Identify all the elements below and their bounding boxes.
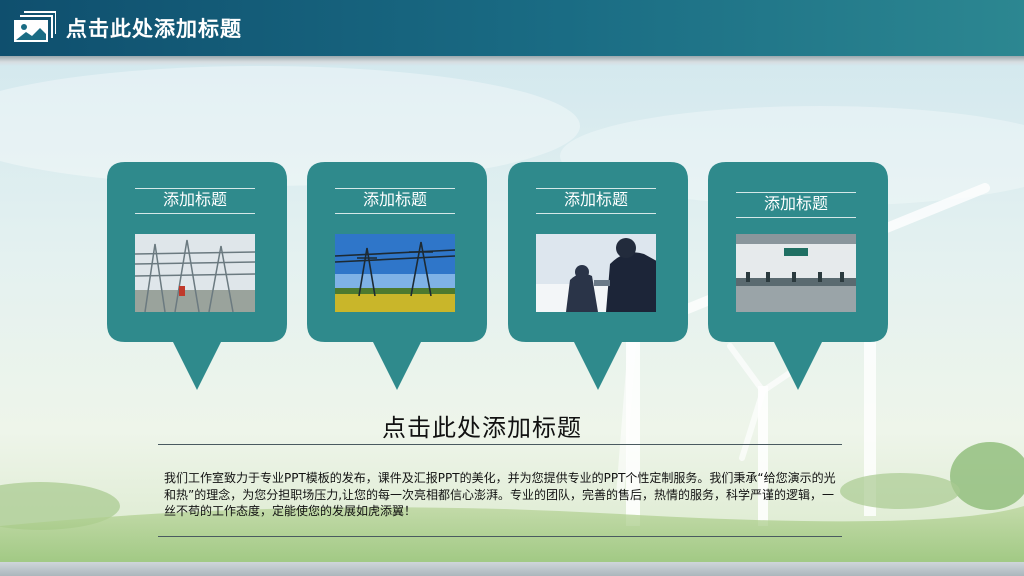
card-2[interactable]: 添加标题 [307, 162, 487, 390]
transmission-tower-photo [335, 234, 455, 312]
card-title: 添加标题 [335, 188, 455, 214]
header-divider [0, 56, 1024, 66]
service-hall-photo [736, 234, 856, 312]
card-title: 添加标题 [135, 188, 255, 214]
workers-in-snow-photo [536, 234, 656, 312]
page-title: 点击此处添加标题 [66, 17, 242, 41]
card-3[interactable]: 添加标题 [508, 162, 688, 390]
card-4[interactable]: 添加标题 [708, 162, 888, 390]
footer-bar [0, 562, 1024, 576]
body-paragraph: 我们工作室致力于专业PPT模板的发布，课件及汇报PPT的美化，并为您提供专业的P… [164, 471, 836, 518]
substation-photo [135, 234, 255, 312]
top-divider [158, 444, 842, 445]
header-bar: 点击此处添加标题 [0, 0, 1024, 56]
image-icon [14, 11, 56, 42]
card-title: 添加标题 [536, 188, 656, 214]
bottom-divider [158, 536, 842, 537]
section-title: 点击此处添加标题 [382, 414, 582, 442]
card-1[interactable]: 添加标题 [107, 162, 287, 390]
card-title: 添加标题 [736, 192, 856, 218]
